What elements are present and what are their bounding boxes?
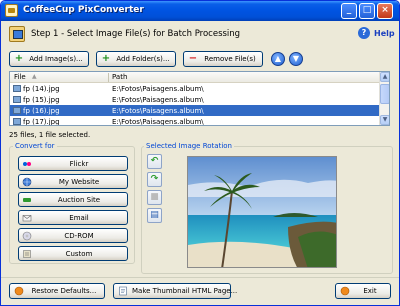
rotation-label: Selected Image Rotation [144,142,234,150]
scroll-down-arrow[interactable]: ▼ [380,115,389,125]
folder-add-icon: + [101,53,111,64]
image-preview [187,156,337,268]
auction-site-button[interactable]: Auction Site [18,192,128,207]
help-link[interactable]: Help [374,29,395,38]
custom-button[interactable]: Custom [18,246,128,261]
cd-icon [22,231,32,241]
move-up-button[interactable]: ▲ [271,52,285,66]
scroll-up-arrow[interactable]: ▲ [380,72,389,82]
rotate-left-button[interactable]: ↶ [147,154,162,169]
title-bar[interactable]: CoffeeCup PixConverter _ □ × [1,1,399,21]
globe-icon [22,177,32,187]
file-list-header: File ▲ Path [10,72,389,83]
rotate-right-button[interactable]: ↷ [147,172,162,187]
image-file-icon [13,85,21,92]
minus-icon: − [188,53,198,64]
app-window: CoffeeCup PixConverter _ □ × Step 1 - Se… [0,0,400,306]
add-images-button[interactable]: + Add Image(s)... [9,51,89,67]
rotate-180-button[interactable]: ■ [147,190,162,205]
envelope-icon [22,215,32,222]
beach-photo [188,157,336,267]
image-files-icon [9,26,25,42]
make-thumbnail-button[interactable]: Make Thumbnail HTML Page... [113,283,237,299]
plus-icon: + [14,53,24,64]
window-title: CoffeeCup PixConverter [23,5,144,15]
my-website-button[interactable]: My Website [18,174,128,189]
scroll-thumb[interactable] [380,84,389,104]
close-button[interactable]: × [377,3,393,19]
status-text: 25 files, 1 file selected. [9,131,91,139]
cd-rom-button[interactable]: CD-ROM [18,228,128,243]
app-icon [5,4,18,17]
file-list-scrollbar[interactable]: ▲ ▼ [379,72,389,125]
flickr-button[interactable]: Flickr [18,156,128,171]
step-title: Step 1 - Select Image File(s) for Batch … [31,29,241,39]
restore-icon [14,286,24,296]
remove-files-button[interactable]: − Remove File(s) [183,51,263,67]
column-file[interactable]: File [14,73,26,81]
exit-button[interactable]: Exit [335,283,391,299]
file-row[interactable]: fp (14).jpg E:\Fotos\Paisagens.album\ [10,83,389,94]
file-row[interactable]: fp (17).jpg E:\Fotos\Paisagens.album\ [10,116,389,125]
column-path[interactable]: Path [112,73,127,81]
image-file-icon [13,118,21,125]
add-folders-button[interactable]: + Add Folder(s)... [96,51,176,67]
move-down-button[interactable]: ▼ [289,52,303,66]
custom-settings-icon [23,250,31,258]
restore-defaults-button[interactable]: Restore Defaults... [9,283,105,299]
convert-for-label: Convert for [13,142,57,150]
image-details-button[interactable]: ▤ [147,208,162,223]
email-button[interactable]: Email [18,210,128,225]
help-icon[interactable]: ? [358,27,370,39]
file-row-selected[interactable]: fp (16).jpg E:\Fotos\Paisagens.album\ [10,105,389,116]
minimize-button[interactable]: _ [341,3,357,19]
image-file-icon [13,107,21,114]
sort-ascending-icon: ▲ [32,73,37,80]
exit-icon [340,286,350,296]
file-list[interactable]: File ▲ Path fp (14).jpg E:\Fotos\Paisage… [9,71,390,126]
flickr-icon [23,162,31,166]
gavel-icon [23,198,31,202]
file-row[interactable]: fp (15).jpg E:\Fotos\Paisagens.album\ [10,94,389,105]
html-page-icon [119,286,127,296]
image-file-icon [13,96,21,103]
maximize-button[interactable]: □ [359,3,375,19]
